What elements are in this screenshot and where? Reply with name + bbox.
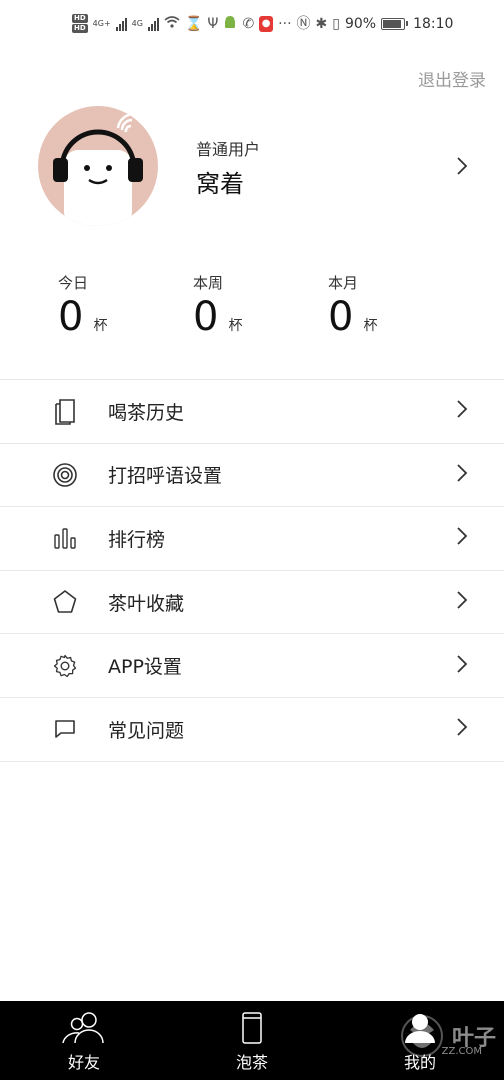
chat-bubble-icon — [52, 716, 78, 742]
stat-unit: 杯 — [93, 318, 108, 334]
chevron-right-icon — [456, 654, 468, 678]
hd-icon: HD HD — [72, 14, 88, 33]
signal-icon — [115, 17, 127, 31]
friends-icon — [59, 1011, 109, 1045]
star-icon — [52, 589, 78, 615]
stat-value: 0 — [58, 294, 84, 340]
leaf-logo-icon — [400, 1015, 443, 1057]
cup-icon — [240, 1011, 264, 1045]
wifi-icon — [164, 15, 180, 32]
android-icon — [223, 15, 237, 32]
menu-item-tea-favorites[interactable]: 茶叶收藏 — [0, 571, 504, 635]
stat-value: 0 — [193, 294, 219, 340]
history-icon — [52, 398, 78, 426]
menu-item-greeting-settings[interactable]: 打招呼语设置 — [0, 444, 504, 508]
stat-label: 本月 — [328, 274, 359, 292]
menu-label: APP设置 — [108, 656, 182, 679]
clock: 18:10 — [413, 15, 454, 32]
chevron-right-icon[interactable] — [456, 156, 468, 180]
tab-friends[interactable]: 好友 — [24, 1001, 144, 1080]
hd-label-2: HD — [72, 24, 88, 33]
stat-unit: 杯 — [363, 318, 378, 334]
logout-button[interactable]: 退出登录 — [418, 66, 486, 91]
hd-label-1: HD — [72, 14, 88, 23]
tab-label: 好友 — [67, 1053, 100, 1072]
hourglass-icon: ⌛ — [184, 15, 203, 32]
watermark-subtext: ZZ.COM — [441, 1046, 482, 1057]
chevron-right-icon — [456, 399, 468, 423]
battery-icon — [381, 17, 409, 30]
phone-icon: ✆ — [242, 15, 255, 32]
stat-month: 本月 0 杯 — [328, 272, 377, 339]
username: 窝着 — [196, 170, 244, 198]
battery-percent: 90% — [344, 15, 377, 32]
usb-icon: Ψ — [207, 15, 219, 32]
more-icon: ··· — [278, 15, 292, 32]
chevron-right-icon — [456, 463, 468, 487]
user-type-label: 普通用户 — [196, 140, 261, 159]
stat-label: 今日 — [58, 274, 89, 292]
chevron-right-icon — [456, 526, 468, 550]
menu-label: 常见问题 — [108, 719, 185, 742]
gear-icon — [52, 653, 78, 679]
tab-label: 泡茶 — [235, 1053, 268, 1072]
chevron-right-icon — [456, 717, 468, 741]
chevron-right-icon — [456, 590, 468, 614]
menu-label: 茶叶收藏 — [108, 592, 185, 615]
mic-icon: ● — [259, 15, 274, 32]
stat-today: 今日 0 杯 — [58, 272, 107, 339]
menu-item-tea-history[interactable]: 喝茶历史 — [0, 380, 504, 444]
stat-week: 本周 0 杯 — [193, 272, 242, 339]
menu-list: 喝茶历史 打招呼语设置 排行榜 茶叶收藏 APP设置 常见问题 — [0, 379, 504, 762]
network-label-2: 4G — [131, 19, 143, 28]
menu-label: 喝茶历史 — [108, 401, 185, 424]
headphone-avatar-icon — [53, 112, 143, 226]
tab-brew-tea[interactable]: 泡茶 — [192, 1001, 312, 1080]
signal-icon-2 — [147, 17, 159, 31]
menu-label: 排行榜 — [108, 528, 166, 551]
status-bar: HD HD 4G+ 4G ⌛ Ψ ✆ ● ··· Ⓝ ✱ ▯ 90% 18:10 — [0, 0, 504, 56]
avatar[interactable] — [38, 106, 158, 226]
network-label-1: 4G+ — [92, 19, 111, 28]
menu-item-app-settings[interactable]: APP设置 — [0, 634, 504, 698]
status-icons: HD HD 4G+ 4G ⌛ Ψ ✆ ● ··· Ⓝ ✱ ▯ 90% 18:10 — [72, 14, 453, 33]
vibrate-icon: ▯ — [332, 15, 340, 32]
bar-chart-icon — [52, 525, 78, 551]
nfc-icon: Ⓝ — [296, 15, 311, 32]
stat-unit: 杯 — [228, 318, 243, 334]
menu-item-leaderboard[interactable]: 排行榜 — [0, 507, 504, 571]
watermark-logo: 叶子 ZZ.COM — [396, 1010, 496, 1062]
stat-label: 本周 — [193, 274, 224, 292]
bluetooth-icon: ✱ — [315, 15, 328, 32]
stat-value: 0 — [328, 294, 354, 340]
menu-label: 打招呼语设置 — [108, 465, 223, 488]
target-icon — [52, 462, 78, 488]
menu-item-faq[interactable]: 常见问题 — [0, 698, 504, 762]
